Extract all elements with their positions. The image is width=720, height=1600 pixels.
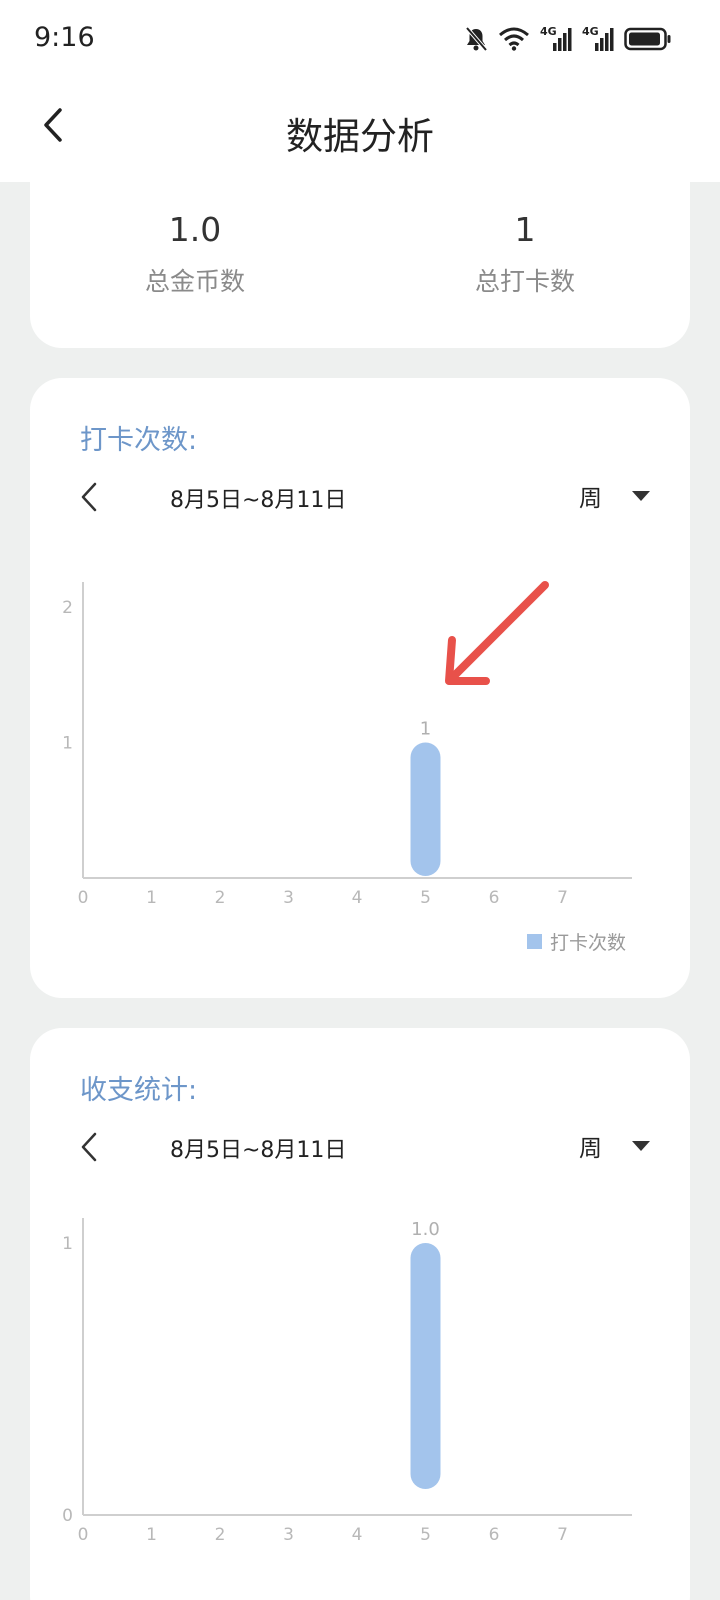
bar-data-label: 1 [420,719,431,740]
x-tick-label: 6 [489,1525,500,1545]
battery-icon [624,27,671,51]
status-icons: 4G 4G [464,24,672,54]
checkin-chart-legend: 打卡次数 [526,928,626,955]
status-time: 9:16 [34,22,95,53]
finance-bar-chart: 0 1 2 3 4 5 6 7 0 1 1.0 [62,1218,632,1545]
x-tick-label: 4 [352,1525,363,1545]
y-tick-label: 0 [62,1506,73,1526]
total-checkins-stat: 1 总打卡数 [360,210,690,298]
wifi-icon [499,27,529,51]
signal-4g-icon: 4G [582,25,614,53]
x-tick-label: 4 [352,888,363,908]
x-tick-label: 5 [420,888,431,908]
total-coins-stat: 1.0 总金币数 [30,210,360,298]
y-tick-label: 1 [62,734,73,754]
total-coins-label: 总金币数 [144,267,245,296]
bar-data-label: 1.0 [411,1219,440,1240]
app-header: 数据分析 [0,80,720,182]
finance-chart-card: 收支统计: 8月5日~8月11日 周 0 1 2 3 4 5 6 7 0 1 1.0 [30,1028,690,1600]
x-tick-label: 2 [215,888,226,908]
page-title: 数据分析 [286,115,434,158]
bar [410,1243,441,1489]
signal-4g-icon: 4G [540,25,572,53]
checkin-bar-chart: 0 1 2 3 4 5 6 7 1 2 1 [62,582,632,908]
x-tick-label: 0 [78,1525,89,1545]
total-coins-value: 1.0 [168,210,222,249]
x-tick-label: 5 [420,1525,431,1545]
x-tick-label: 0 [78,888,89,908]
total-checkins-label: 总打卡数 [474,267,575,296]
x-tick-label: 7 [557,888,568,908]
bar [410,742,441,876]
x-tick-label: 6 [489,888,500,908]
checkin-chart-card: 打卡次数: 8月5日~8月11日 周 01234567121 打卡次数 [30,378,690,998]
bell-muted-icon [465,26,488,52]
x-tick-label: 3 [283,888,294,908]
y-tick-label: 1 [62,1234,73,1254]
x-tick-label: 3 [283,1525,294,1545]
status-bar: 9:16 4G 4G [0,0,720,80]
x-tick-label: 2 [215,1525,226,1545]
legend-label: 打卡次数 [549,932,626,954]
x-tick-label: 7 [557,1525,568,1545]
legend-swatch [526,934,542,949]
x-tick-label: 1 [146,888,157,908]
total-checkins-value: 1 [514,210,536,249]
y-tick-label: 2 [62,598,73,618]
x-tick-label: 1 [146,1525,157,1545]
